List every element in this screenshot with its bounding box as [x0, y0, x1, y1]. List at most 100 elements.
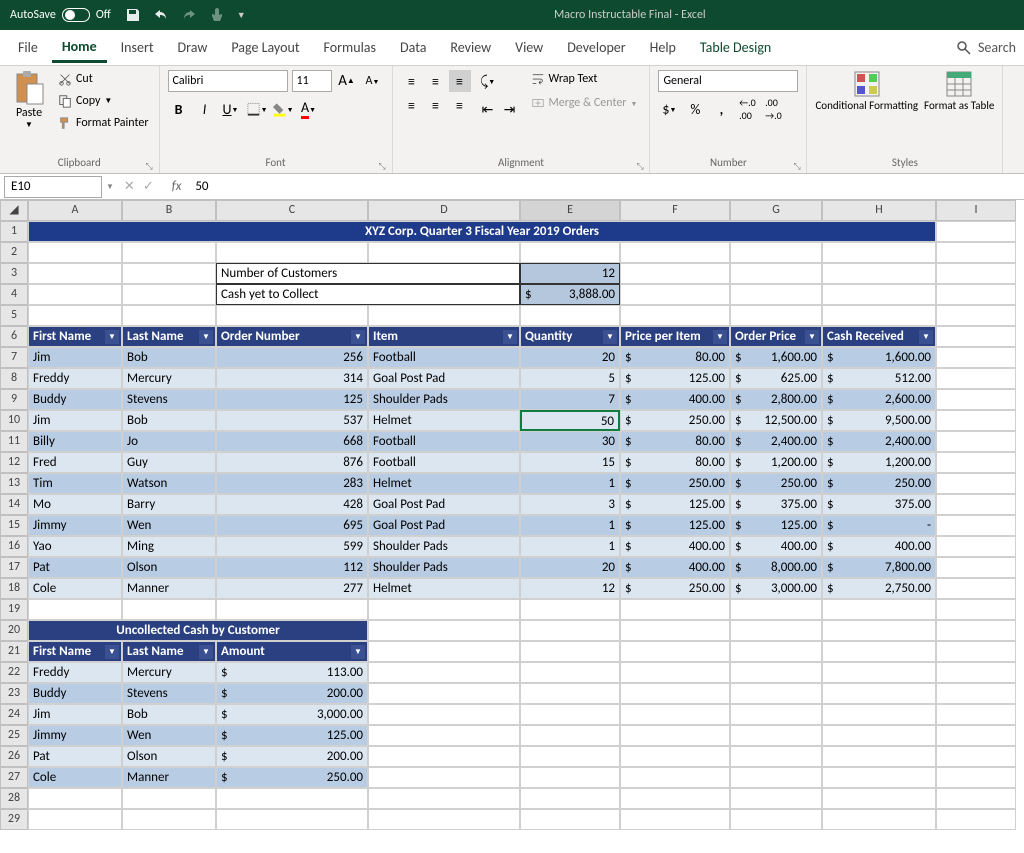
cell[interactable]: 12 [520, 578, 620, 599]
cell[interactable] [822, 788, 936, 809]
cell[interactable] [28, 242, 122, 263]
increase-decimal-button[interactable]: ←.0.00 [736, 98, 758, 120]
align-top-button[interactable]: ≡ [401, 70, 423, 92]
cell[interactable]: 428 [216, 494, 368, 515]
name-box[interactable] [4, 176, 102, 198]
cell[interactable]: $400.00 [620, 389, 730, 410]
cell[interactable]: 20 [520, 347, 620, 368]
cell[interactable] [368, 767, 520, 788]
cell[interactable] [368, 599, 520, 620]
tab-review[interactable]: Review [440, 33, 501, 62]
cell[interactable] [520, 305, 620, 326]
orientation-button[interactable]: ⤹ ▼ [477, 70, 499, 92]
row-header-18[interactable]: 18 [0, 578, 28, 599]
font-launcher-icon[interactable]: ⤡ [379, 161, 389, 171]
cell[interactable] [730, 242, 822, 263]
cell[interactable] [520, 746, 620, 767]
col-header-A[interactable]: A [28, 200, 122, 221]
cell[interactable] [936, 326, 1016, 347]
row-header-16[interactable]: 16 [0, 536, 28, 557]
cell[interactable] [620, 284, 730, 305]
cell[interactable] [936, 263, 1016, 284]
cell[interactable]: Goal Post Pad [368, 494, 520, 515]
increase-font-button[interactable]: A▲ [336, 70, 358, 92]
cell[interactable] [368, 725, 520, 746]
cell[interactable]: Buddy [28, 683, 122, 704]
cell[interactable]: Stevens [122, 389, 216, 410]
number-launcher-icon[interactable]: ⤡ [793, 161, 803, 171]
cell[interactable]: $125.00 [620, 515, 730, 536]
cell[interactable] [822, 767, 936, 788]
cell[interactable]: Bob [122, 704, 216, 725]
cell[interactable] [936, 557, 1016, 578]
tab-data[interactable]: Data [390, 33, 436, 62]
cell[interactable]: 1 [520, 473, 620, 494]
cell[interactable] [520, 662, 620, 683]
cell[interactable] [730, 305, 822, 326]
touch-icon[interactable] [209, 7, 225, 23]
cell[interactable] [936, 662, 1016, 683]
cell[interactable]: $1,200.00 [822, 452, 936, 473]
comma-button[interactable]: , [710, 98, 732, 120]
cell[interactable]: $1,200.00 [730, 452, 822, 473]
row-header-12[interactable]: 12 [0, 452, 28, 473]
table-header[interactable]: First Name▼ [28, 641, 122, 662]
cell[interactable]: Goal Post Pad [368, 368, 520, 389]
cell[interactable] [620, 641, 730, 662]
cell[interactable]: 15 [520, 452, 620, 473]
cell[interactable] [822, 242, 936, 263]
save-icon[interactable] [125, 7, 141, 23]
cell[interactable] [936, 305, 1016, 326]
cell[interactable]: $8,000.00 [730, 557, 822, 578]
cell[interactable]: $80.00 [620, 452, 730, 473]
tab-file[interactable]: File [8, 33, 48, 62]
cell[interactable] [822, 641, 936, 662]
cell[interactable] [216, 788, 368, 809]
cell[interactable]: Mercury [122, 662, 216, 683]
cell[interactable]: Football [368, 452, 520, 473]
cell[interactable] [936, 389, 1016, 410]
align-bottom-button[interactable]: ≡ [449, 70, 471, 92]
fx-icon[interactable]: fx [164, 179, 190, 194]
cell[interactable]: Mercury [122, 368, 216, 389]
cell[interactable] [822, 305, 936, 326]
cell[interactable] [122, 599, 216, 620]
cell[interactable]: Cole [28, 767, 122, 788]
cell[interactable] [28, 599, 122, 620]
decrease-decimal-button[interactable]: .00→.0 [762, 98, 784, 120]
cell[interactable]: $375.00 [730, 494, 822, 515]
cell[interactable] [936, 347, 1016, 368]
cell[interactable]: 256 [216, 347, 368, 368]
decrease-indent-button[interactable]: ⇤ [477, 98, 499, 120]
cell[interactable]: 537 [216, 410, 368, 431]
row-header-24[interactable]: 24 [0, 704, 28, 725]
cell[interactable]: Billy [28, 431, 122, 452]
cell[interactable]: $125.00 [620, 494, 730, 515]
tab-page-layout[interactable]: Page Layout [221, 33, 309, 62]
cell[interactable] [936, 725, 1016, 746]
cell[interactable] [730, 662, 822, 683]
cell[interactable] [28, 809, 122, 830]
row-header-10[interactable]: 10 [0, 410, 28, 431]
table-header[interactable]: Cash Received▼ [822, 326, 936, 347]
filter-icon[interactable]: ▼ [105, 645, 119, 659]
cell[interactable]: Wen [122, 515, 216, 536]
merge-center-button[interactable]: Merge & Center ▼ [527, 94, 642, 112]
accounting-format-button[interactable]: $ ▼ [658, 98, 680, 120]
wrap-text-button[interactable]: Wrap Text [527, 70, 642, 88]
cell[interactable]: Shoulder Pads [368, 389, 520, 410]
cell[interactable]: $375.00 [822, 494, 936, 515]
cell[interactable] [936, 620, 1016, 641]
row-header-22[interactable]: 22 [0, 662, 28, 683]
cell[interactable]: Freddy [28, 662, 122, 683]
cell[interactable]: 5 [520, 368, 620, 389]
cell[interactable] [822, 263, 936, 284]
cell[interactable] [730, 704, 822, 725]
col-header-I[interactable]: I [936, 200, 1016, 221]
cell[interactable]: $12,500.00 [730, 410, 822, 431]
cell[interactable] [620, 599, 730, 620]
cell[interactable]: 599 [216, 536, 368, 557]
cell[interactable] [28, 263, 122, 284]
cell[interactable] [520, 683, 620, 704]
cell[interactable] [730, 809, 822, 830]
